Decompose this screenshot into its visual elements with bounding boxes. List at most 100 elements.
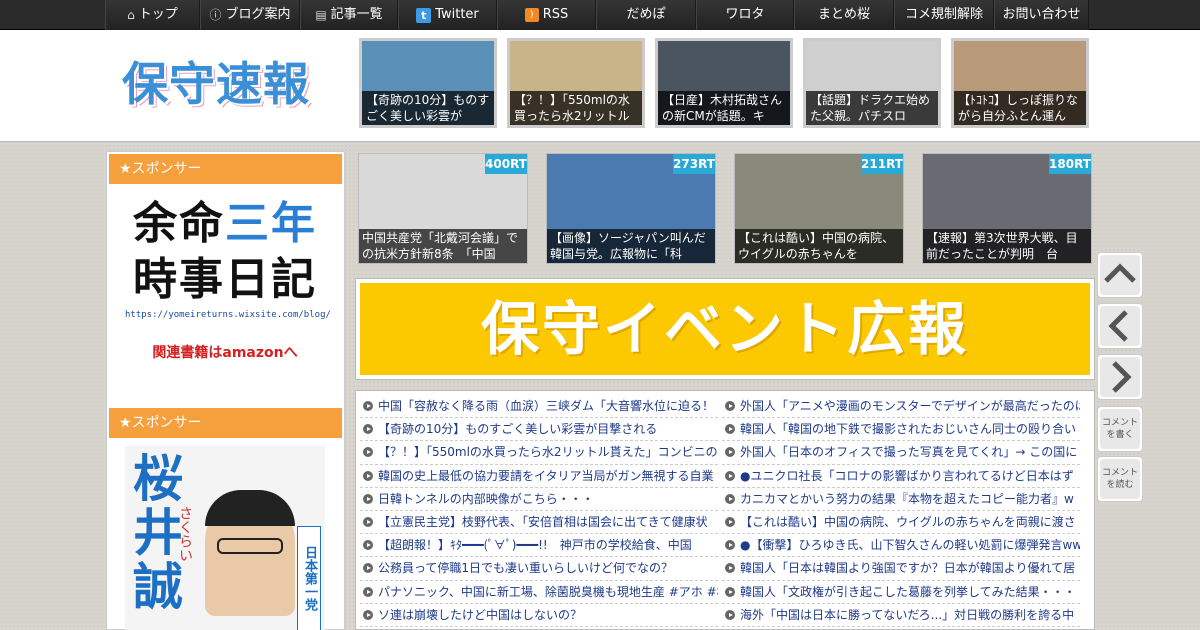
amazon-link[interactable]: 関連書籍はamazonへ (125, 342, 325, 362)
article-link[interactable]: 韓国の史上最低の協力要請をイタリア当局がガン無視する自業 (360, 465, 718, 488)
comment-button-face: コメントを書く (1100, 409, 1140, 449)
write-comment-button[interactable]: コメントを書く (1097, 406, 1143, 452)
nav-item[interactable]: ) RSS (497, 0, 596, 30)
site-logo[interactable]: 保守速報 (122, 54, 322, 114)
retweet-count-badge: 400RT (485, 154, 527, 174)
article-link[interactable]: 【？！】「550mlの水買ったら水2リットル貰えた」コンビニの (360, 441, 718, 465)
ad-subtitle: 時事日記 (133, 254, 317, 305)
sakurai-ad[interactable]: 桜井誠 さくらい 日本第一党 (125, 446, 325, 630)
home-icon: ⌂ (127, 8, 135, 22)
article-link[interactable]: 海外「中国は日本に勝ってないだろ...」対日戦の勝利を誇る中 (722, 604, 1080, 627)
rss-icon: ) (524, 8, 539, 22)
article-link[interactable]: 韓国人「文政権が引き起こした葛藤を列挙してみた結果・・・ (722, 581, 1080, 604)
sponsor-heading: ★スポンサー (109, 154, 342, 184)
info-icon: ⓘ (209, 8, 222, 22)
sponsor-heading-2: ★スポンサー (109, 408, 342, 438)
yomei-ad[interactable]: 余命三年 時事日記 https://yomeireturns.wixsite.c… (125, 196, 331, 386)
chevron-right-icon (1100, 357, 1140, 397)
ad-title-part1: 余命 (133, 198, 225, 249)
ranking-article-thumb[interactable]: 400RT 中国共産党「北戴河会議」での抗米方針新8条 「中国 (358, 153, 528, 264)
header-article-caption: 【奇跡の10分】ものすごく美しい彩雲が (362, 91, 494, 125)
article-link[interactable]: 日韓トンネルの内部映像がこちら・・・ (360, 488, 718, 511)
nav-item[interactable]: ⌂ トップ (105, 0, 200, 30)
event-banner[interactable]: 保守イベント広報 (355, 278, 1095, 380)
top-navigation: ⌂ トップ ⓘ ブログ案内 ▤ 記事一覧 t Twitter) RSS だめぽ ワロタ まとめ桜 コメ規… (0, 0, 1200, 30)
article-link[interactable]: ●ユニクロ社長「コロナの影響ばかり言われてるけど日本はず (722, 465, 1080, 488)
article-link[interactable]: ソ連は崩壊したけど中国はしないの？ (360, 604, 718, 627)
chevron-up-icon (1100, 255, 1140, 295)
ad-url: https://yomeireturns.wixsite.com/blog/ (125, 310, 331, 320)
forward-button[interactable] (1097, 354, 1143, 400)
nav-item-label: コメ規制解除 (904, 7, 983, 22)
header-article-thumb[interactable]: 【ﾄｺﾄｺ】しっぽ振りながら自分ふとん運ん (951, 38, 1089, 128)
header-article-caption: 【ﾄｺﾄｺ】しっぽ振りながら自分ふとん運ん (954, 91, 1086, 125)
ad-title-part2: 三年 (225, 198, 317, 249)
article-link[interactable]: 韓国人「日本は韓国より強国ですか？日本が韓国より優れて居 (722, 557, 1080, 581)
nav-item-label: ブログ案内 (225, 7, 291, 22)
ranking-article-thumb[interactable]: 273RT 【画像】ソージャパン叫んだ韓国与党。広報物に「科 (546, 153, 716, 264)
logo-text: 保守速報 (122, 57, 310, 111)
article-list-right: 外国人「アニメや漫画のモンスターでデザインが最高だったのは 韓国人「韓国の地下鉄で… (722, 395, 1080, 627)
nav-bar: ⌂ トップ ⓘ ブログ案内 ▤ 記事一覧 t Twitter) RSS だめぽ ワロタ まとめ桜 コメ規… (105, 0, 1089, 30)
ranking-article-caption: 【これは酷い】中国の病院、ウイグルの赤ちゃんを (735, 229, 903, 263)
ranking-article-caption: 中国共産党「北戴河会議」での抗米方針新8条 「中国 (359, 229, 527, 263)
header-article-thumb[interactable]: 【日産】木村拓哉さんの新CMが話題。キ (655, 38, 793, 128)
article-link[interactable]: 外国人「日本のオフィスで撮った写真を見てくれ」→ この国に (722, 441, 1080, 465)
nav-item[interactable]: ⓘ ブログ案内 (200, 0, 300, 30)
article-link[interactable]: 【奇跡の10分】ものすごく美しい彩雲が目撃される (360, 418, 718, 442)
article-link[interactable]: 【超朗報！】ｷﾀ━━━(ﾟ∀ﾟ)━━━!! 神戸市の学校給食、中国 (360, 534, 718, 558)
scroll-top-button[interactable] (1097, 252, 1143, 298)
banner-text: 保守イベント広報 (360, 283, 1090, 375)
back-button[interactable] (1097, 303, 1143, 349)
article-link[interactable]: カニカマとかいう努力の結果『本物を超えたコピー能力者』w (722, 488, 1080, 511)
ad-party-name: 日本第一党 (297, 526, 321, 630)
ranking-article-thumb[interactable]: 211RT 【これは酷い】中国の病院、ウイグルの赤ちゃんを (734, 153, 904, 264)
header-article-thumb[interactable]: 【？！】「550mlの水買ったら水2リットル (507, 38, 645, 128)
ranking-article-caption: 【速報】第3次世界大戦、目前だったことが判明 台 (923, 229, 1091, 263)
header-article-caption: 【話題】ドラクエ始めた父親。パチスロ (806, 91, 938, 125)
article-link[interactable]: 中国「容赦なく降る雨（血涙）三峡ダム「大音響水位に迫る！ (360, 395, 718, 419)
nav-item-label: だめぽ (626, 7, 666, 22)
nav-item[interactable]: だめぽ (596, 0, 696, 30)
left-sidebar: ★スポンサー 余命三年 時事日記 https://yomeireturns.wi… (106, 151, 345, 630)
article-link[interactable]: ●【衝撃】ひろゆき氏、山下智久さんの軽い処罰に爆弾発言ww (722, 534, 1080, 558)
comment-button-label: コメントを書く (1101, 418, 1138, 440)
retweet-count-badge: 180RT (1049, 154, 1091, 174)
header-article-thumb[interactable]: 【奇跡の10分】ものすごく美しい彩雲が (359, 38, 497, 128)
ranking-article-caption: 【画像】ソージャパン叫んだ韓国与党。広報物に「科 (547, 229, 715, 263)
nav-item[interactable]: ▤ 記事一覧 (300, 0, 398, 30)
twitter-icon: t (416, 7, 432, 23)
nav-item[interactable]: お問い合わせ (994, 0, 1089, 30)
header-article-caption: 【日産】木村拓哉さんの新CMが話題。キ (658, 91, 790, 125)
article-link[interactable]: 韓国人「韓国の地下鉄で撮影されたおじいさん同士の殴り合い (722, 418, 1080, 442)
article-link[interactable]: 外国人「アニメや漫画のモンスターでデザインが最高だったのは (722, 395, 1080, 419)
header-article-thumb[interactable]: 【話題】ドラクエ始めた父親。パチスロ (803, 38, 941, 128)
article-link[interactable]: 【これは酷い】中国の病院、ウイグルの赤ちゃんを両親に渡さ (722, 511, 1080, 535)
article-link[interactable]: 公務員って停職1日でも凄い重いらしいけど何でなの？ (360, 557, 718, 581)
nav-item-label: ワロタ (725, 7, 765, 22)
read-comment-button[interactable]: コメントを読む (1097, 456, 1143, 502)
nav-item[interactable]: コメ規制解除 (894, 0, 994, 30)
nav-item[interactable]: まとめ桜 (794, 0, 894, 30)
candidate-glasses (217, 538, 283, 554)
nav-item-label: 記事一覧 (330, 7, 383, 22)
header-article-caption: 【？！】「550mlの水買ったら水2リットル (510, 91, 642, 125)
nav-item-label: お問い合わせ (1002, 7, 1081, 22)
list-icon: ▤ (315, 8, 327, 22)
article-list-left: 中国「容赦なく降る雨（血涙）三峡ダム「大音響水位に迫る！ 【奇跡の10分】ものすご… (360, 395, 718, 627)
comment-button-label: コメントを読む (1101, 468, 1138, 490)
ranking-article-thumb[interactable]: 180RT 【速報】第3次世界大戦、目前だったことが判明 台 (922, 153, 1092, 264)
article-list-box: 中国「容赦なく降る雨（血涙）三峡ダム「大音響水位に迫る！ 【奇跡の10分】ものすご… (355, 390, 1095, 630)
retweet-count-badge: 211RT (861, 154, 903, 174)
nav-item-label: Twitter (435, 7, 479, 22)
nav-item-label: まとめ桜 (817, 7, 870, 22)
nav-item[interactable]: t Twitter (398, 0, 497, 30)
comment-button-face: コメントを読む (1100, 459, 1140, 499)
nav-item-label: トップ (138, 7, 178, 22)
article-link[interactable]: 【立憲民主党】枝野代表、「安倍首相は国会に出てきて健康状 (360, 511, 718, 535)
article-link[interactable]: パナソニック、中国に新工場、除菌脱臭機も現地生産 #アホ #松 (360, 581, 718, 604)
nav-item[interactable]: ワロタ (696, 0, 794, 30)
candidate-hair (205, 490, 295, 526)
retweet-count-badge: 273RT (673, 154, 715, 174)
ad-candidate-kana: さくらい (177, 506, 193, 562)
